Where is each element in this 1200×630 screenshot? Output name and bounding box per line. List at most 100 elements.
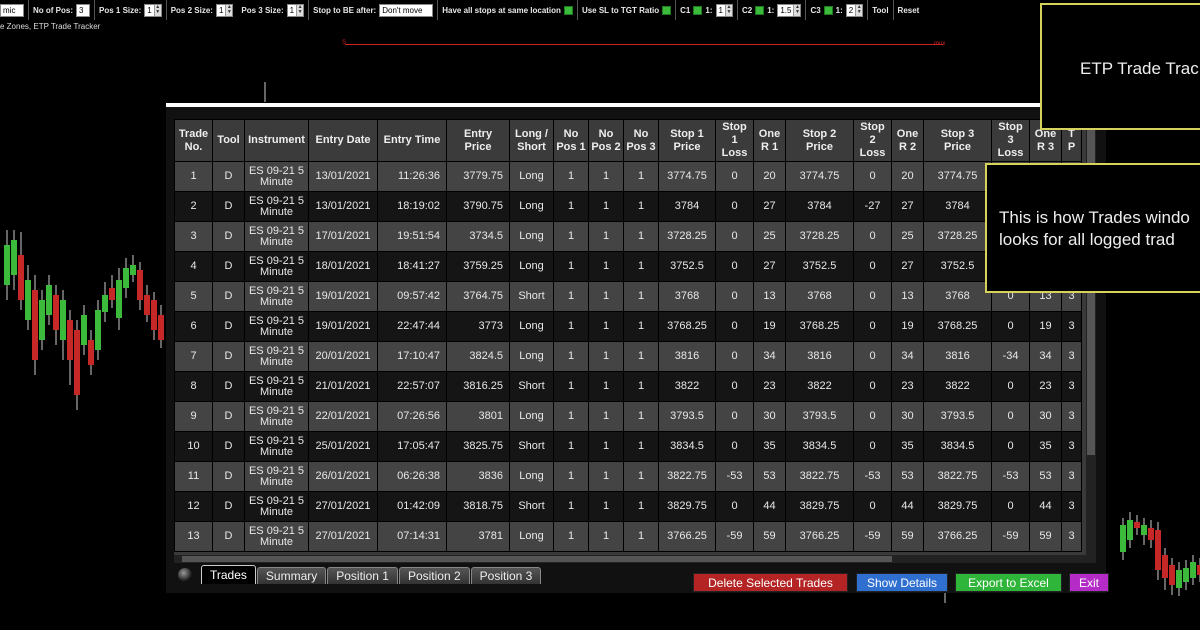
column-header[interactable]: No Pos 2 (588, 119, 624, 162)
exit-button[interactable]: Exit (1069, 573, 1109, 592)
table-cell: ES 09-21 5 Minute (244, 521, 309, 552)
tool-button[interactable]: Tool (872, 6, 888, 15)
candle-body (1190, 562, 1196, 578)
column-header[interactable]: Stop 3 Loss (991, 119, 1030, 162)
table-row[interactable]: 9 D ES 09-21 5 Minute 22/01/2021 07:26:56 380… (174, 401, 1082, 432)
pos1-size-stepper[interactable]: 1 ▲ ▼ (144, 3, 162, 17)
table-cell: 0 (991, 401, 1030, 432)
c2-checkbox[interactable] (755, 5, 765, 15)
tab-position-1[interactable]: Position 1 (327, 567, 398, 584)
pos1-size-value: 1 (147, 5, 152, 15)
export-to-excel-button[interactable]: Export to Excel (955, 573, 1062, 592)
pos2-size-stepper[interactable]: 1 ▲ ▼ (215, 3, 234, 17)
show-details-button[interactable]: Show Details (856, 573, 948, 592)
table-cell: ES 09-21 5 Minute (244, 221, 309, 252)
table-row[interactable]: 1 D ES 09-21 5 Minute 13/01/2021 11:26:36 377… (174, 161, 1082, 192)
column-header[interactable]: Instrument (244, 119, 309, 162)
spinner-arrows-icon[interactable]: ▲ ▼ (153, 4, 161, 16)
spinner-arrows-icon[interactable]: ▲ ▼ (296, 4, 304, 16)
table-row[interactable]: 8 D ES 09-21 5 Minute 21/01/2021 22:57:07 381… (174, 371, 1082, 402)
table-row[interactable]: 10 D ES 09-21 5 Minute 25/01/2021 17:05:47 38… (174, 431, 1082, 462)
table-row[interactable]: 7 D ES 09-21 5 Minute 20/01/2021 17:10:47 382… (174, 341, 1082, 372)
table-cell: 0 (715, 311, 754, 342)
table-row[interactable]: 4 D ES 09-21 5 Minute 18/01/2021 18:41:27 375… (174, 251, 1082, 282)
table-cell: 8 (174, 371, 213, 402)
spinner-arrows-icon[interactable]: ▲ ▼ (793, 4, 801, 16)
table-cell: 3768 (923, 281, 992, 312)
horizontal-scroll-thumb[interactable] (182, 556, 892, 562)
c2-ratio-stepper[interactable]: 1.5 ▲ ▼ (777, 3, 802, 17)
column-header[interactable]: One R 1 (753, 119, 786, 162)
c2-label: C2 (741, 5, 753, 15)
no-of-pos-field[interactable]: 3 (76, 3, 90, 17)
table-cell: 0 (715, 281, 754, 312)
pos3-size-stepper[interactable]: 1 ▲ ▼ (286, 3, 305, 17)
spinner-arrows-icon[interactable]: ▲ ▼ (724, 4, 732, 16)
table-row[interactable]: 2 D ES 09-21 5 Minute 13/01/2021 18:19:02 379… (174, 191, 1082, 222)
tab-position-2[interactable]: Position 2 (398, 567, 470, 584)
delete-selected-trades-button[interactable]: Delete Selected Trades (693, 573, 848, 592)
column-header[interactable]: No Pos 3 (623, 119, 659, 162)
column-header[interactable]: Long / Short (509, 119, 554, 162)
table-row[interactable]: 12 D ES 09-21 5 Minute 27/01/2021 01:42:09 38… (174, 491, 1082, 522)
tab-position-3[interactable]: Position 3 (470, 567, 542, 584)
column-header[interactable]: Stop 2 Price (785, 119, 854, 162)
c3-ratio-stepper[interactable]: 2 ▲ ▼ (845, 3, 864, 17)
column-header[interactable]: Entry Price (446, 119, 510, 162)
c1-checkbox[interactable] (693, 5, 703, 15)
table-row[interactable]: 11 D ES 09-21 5 Minute 26/01/2021 06:26:38 38… (174, 461, 1082, 492)
table-cell: 0 (853, 221, 892, 252)
table-cell: 1 (623, 161, 659, 192)
table-cell: 1 (623, 221, 659, 252)
table-cell: 3784 (658, 191, 716, 222)
table-cell: 0 (715, 221, 754, 252)
table-row[interactable]: 6 D ES 09-21 5 Minute 19/01/2021 22:47:44 377… (174, 311, 1082, 342)
table-cell: 3 (1061, 521, 1082, 552)
table-row[interactable]: 3 D ES 09-21 5 Minute 17/01/2021 19:51:54 373… (174, 221, 1082, 252)
table-cell: -53 (991, 461, 1030, 492)
column-header[interactable]: Entry Date (308, 119, 378, 162)
column-header[interactable]: One R 2 (891, 119, 924, 162)
column-header[interactable]: Stop 2 Loss (853, 119, 892, 162)
column-header[interactable]: Stop 3 Price (923, 119, 992, 162)
table-cell: 7 (174, 341, 213, 372)
table-cell: 3822.75 (658, 461, 716, 492)
table-row[interactable]: 5 D ES 09-21 5 Minute 19/01/2021 09:57:42 376… (174, 281, 1082, 312)
column-header[interactable]: Tool (212, 119, 245, 162)
c1-ratio-stepper[interactable]: 1 ▲ ▼ (715, 3, 733, 17)
table-cell: 10 (174, 431, 213, 462)
column-header[interactable]: Stop 1 Price (658, 119, 716, 162)
mode-field[interactable]: mic (0, 3, 24, 17)
candle-body (67, 320, 73, 360)
column-header[interactable]: Entry Time (377, 119, 447, 162)
column-header[interactable]: Trade No. (174, 119, 213, 162)
same-stops-checkbox[interactable] (563, 5, 573, 15)
table-row[interactable]: 13 D ES 09-21 5 Minute 27/01/2021 07:14:31 37… (174, 521, 1082, 552)
sl-tgt-checkbox[interactable] (662, 5, 672, 15)
column-header[interactable]: No Pos 1 (553, 119, 589, 162)
pos3-size-label: Pos 3 Size: (241, 5, 284, 15)
candle-body (123, 268, 129, 288)
spinner-arrows-icon[interactable]: ▲ ▼ (855, 4, 863, 16)
trades-table-container: Trade No. Tool Instrument Entry Date Entry T… (174, 119, 1096, 555)
table-cell: D (212, 341, 245, 372)
c3-checkbox[interactable] (823, 5, 833, 15)
table-cell: 30 (891, 401, 924, 432)
reset-button[interactable]: Reset (898, 6, 920, 15)
table-cell: 59 (891, 521, 924, 552)
tab-trades[interactable]: Trades (201, 565, 256, 584)
c2-ratio-value: 1.5 (780, 5, 792, 15)
table-cell: 17/01/2021 (308, 221, 378, 252)
table-cell: 18:41:27 (377, 251, 447, 282)
table-cell: 1 (588, 191, 624, 222)
table-cell: 07:14:31 (377, 521, 447, 552)
column-header[interactable]: Stop 1 Loss (715, 119, 754, 162)
candle-body (116, 280, 122, 318)
tab-summary[interactable]: Summary (256, 567, 327, 584)
spinner-arrows-icon[interactable]: ▲ ▼ (225, 4, 233, 16)
horizontal-scrollbar[interactable] (174, 555, 1096, 563)
trade-tabs: Trades Summary Position 1 Position 2 Pos… (178, 564, 542, 584)
c3-ratio-label: 1: (835, 5, 843, 15)
stop-be-select[interactable]: Don't move (379, 3, 434, 17)
pos1-size-label: Pos 1 Size: (99, 5, 142, 15)
